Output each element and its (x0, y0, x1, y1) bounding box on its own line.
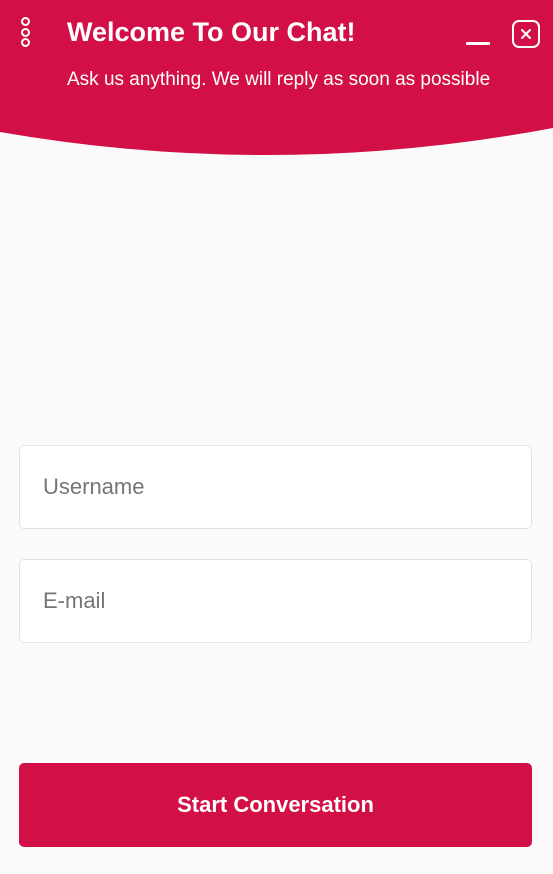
minimize-icon (466, 42, 490, 45)
chat-header: Welcome To Our Chat! Ask us anything. We… (0, 0, 553, 160)
chat-widget: Welcome To Our Chat! Ask us anything. We… (0, 0, 553, 874)
start-conversation-button[interactable]: Start Conversation (19, 763, 532, 847)
chat-subtitle: Ask us anything. We will reply as soon a… (67, 69, 491, 90)
close-icon (521, 29, 531, 39)
minimize-button[interactable] (464, 24, 494, 48)
email-input[interactable] (19, 559, 532, 643)
menu-button[interactable] (14, 15, 36, 49)
chat-title: Welcome To Our Chat! (67, 17, 356, 47)
menu-dot (20, 27, 30, 37)
menu-dot (20, 17, 30, 26)
menu-dot (20, 38, 30, 47)
username-input[interactable] (19, 445, 532, 529)
close-button[interactable] (512, 20, 540, 48)
